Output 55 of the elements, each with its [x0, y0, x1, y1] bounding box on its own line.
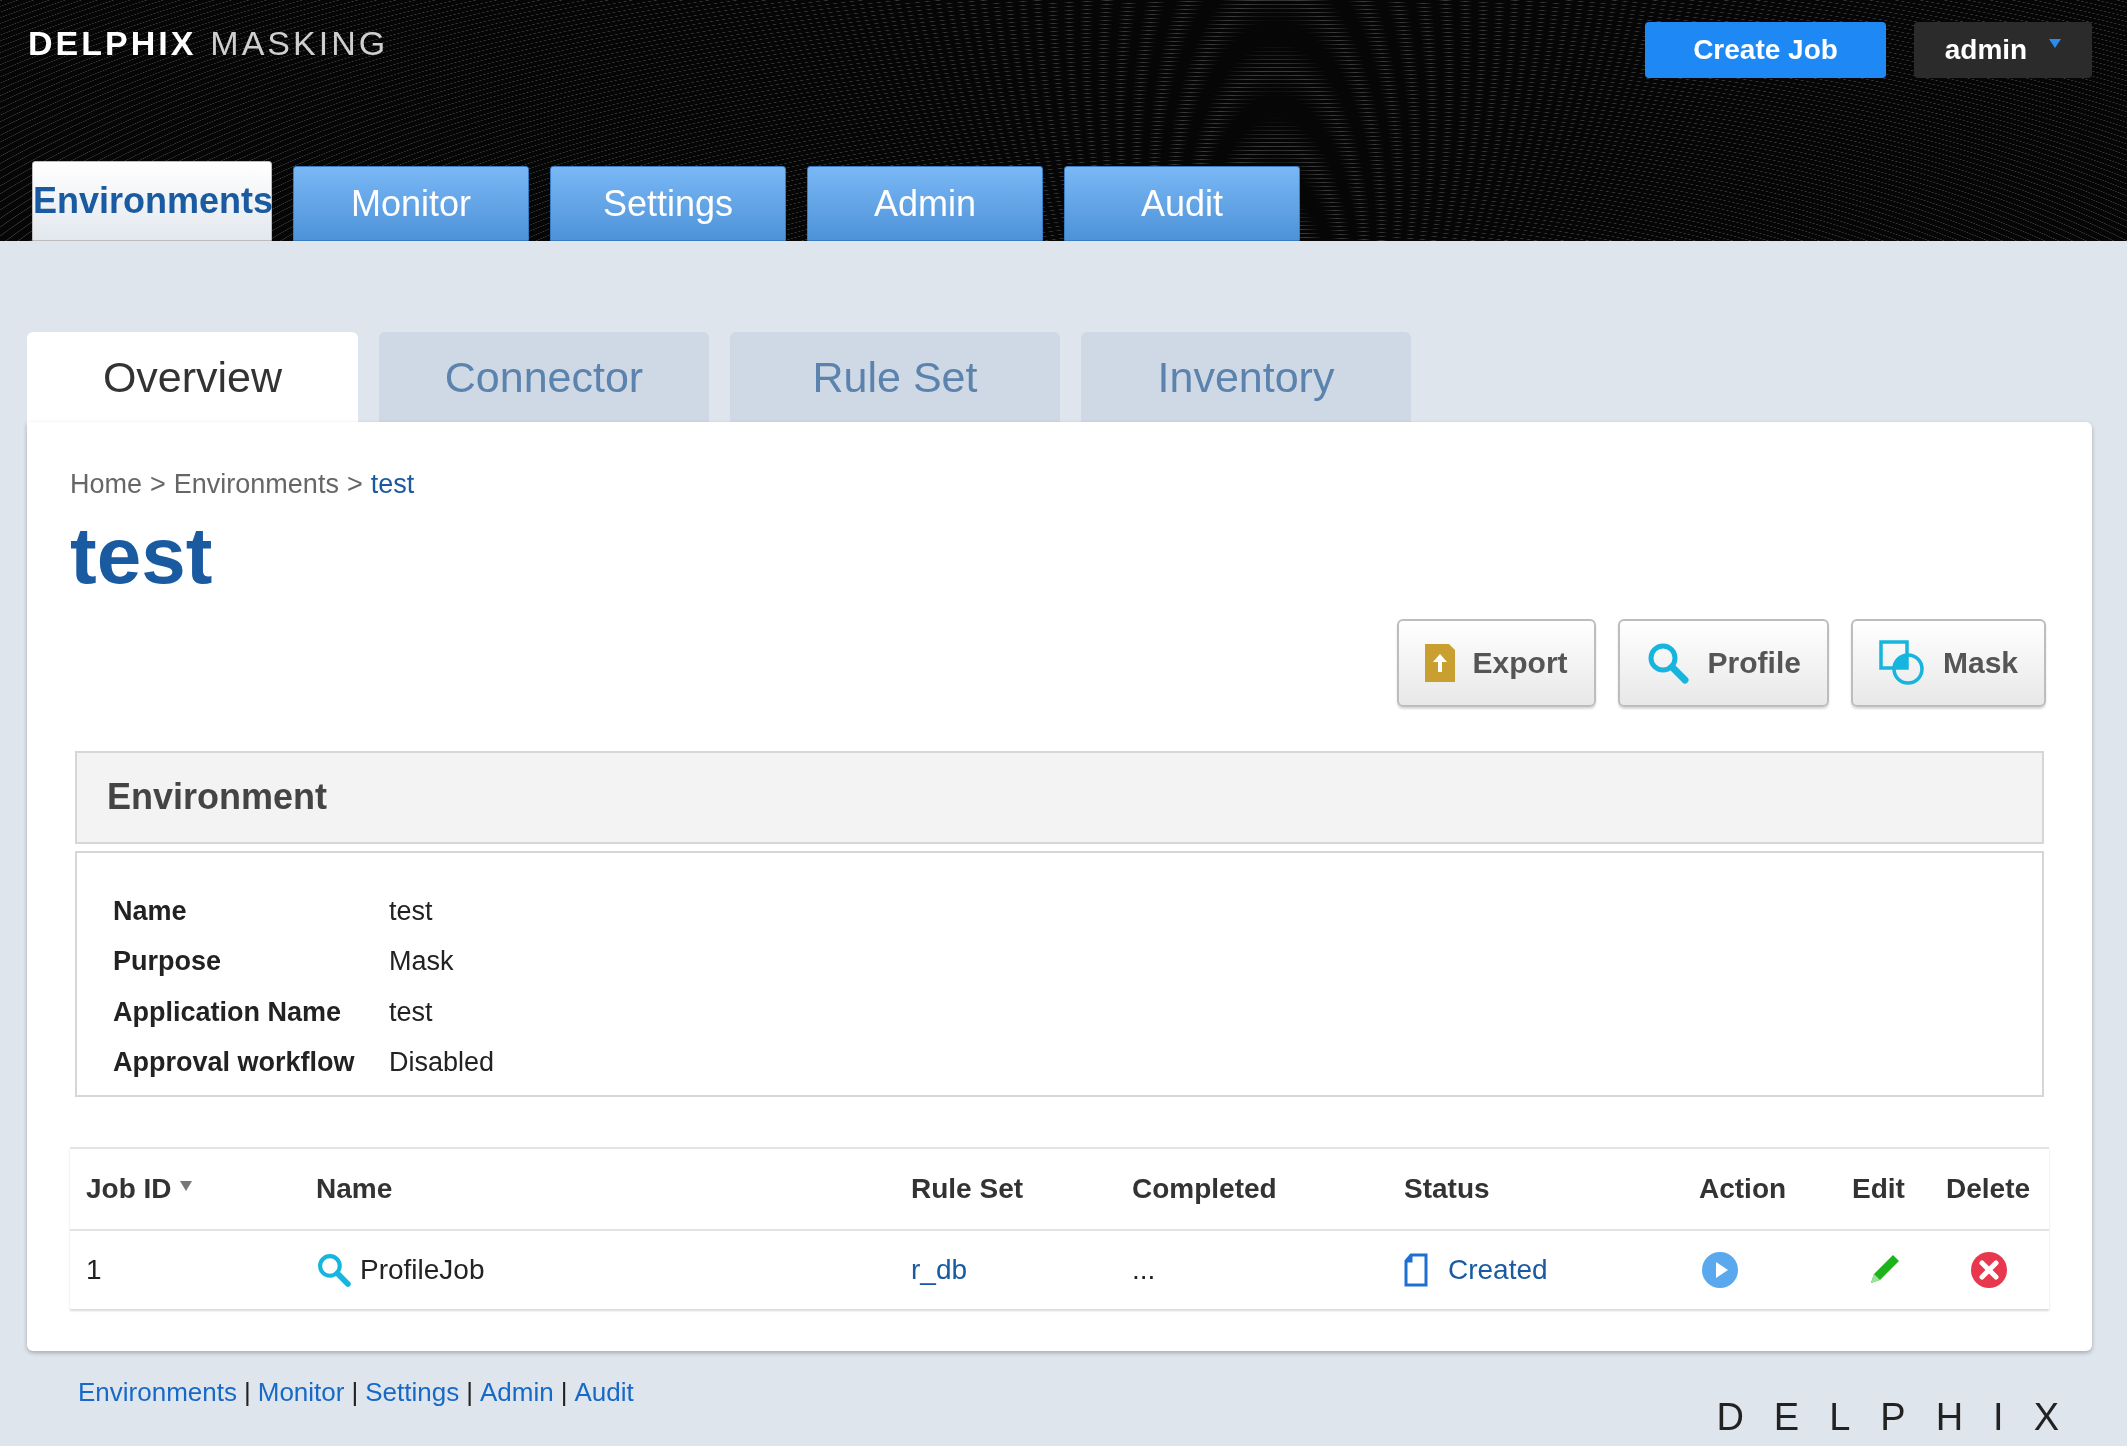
footer-separator: | [466, 1376, 473, 1409]
footer-separator: | [243, 1376, 251, 1409]
table-cell-text: 1 [86, 1252, 103, 1287]
document-icon [1404, 1252, 1428, 1287]
action-button[interactable]: Export [1396, 618, 1596, 707]
footer-link[interactable]: Environments [78, 1373, 237, 1412]
footer-link[interactable]: Admin [479, 1373, 554, 1412]
search-icon [316, 1251, 352, 1288]
footer-separator: | [351, 1376, 359, 1409]
action-button[interactable]: Profile [1617, 618, 1829, 707]
footer-link[interactable]: Audit [574, 1373, 634, 1412]
delete-icon[interactable] [1970, 1250, 2008, 1289]
user-menu[interactable]: admin [1914, 22, 2092, 78]
footer-logo: DELPHIX [1716, 1395, 2089, 1440]
breadcrumb-link[interactable]: Home [70, 464, 143, 505]
sort-icon [179, 1180, 192, 1191]
table-cell-text: ... [1132, 1252, 1157, 1287]
page-title: test [70, 510, 213, 601]
column-header[interactable]: Completed [1132, 1167, 1277, 1210]
rule-set-link[interactable]: r_db [911, 1248, 968, 1291]
breadcrumb-separator: > [346, 468, 363, 501]
footer-separator: | [560, 1376, 568, 1409]
field-label: Approval workflow [113, 1046, 356, 1079]
field-value: Disabled [389, 1046, 496, 1079]
field-label: Purpose [113, 945, 223, 978]
column-header[interactable]: Action [1699, 1167, 1787, 1210]
square-circle-icon [1878, 639, 1925, 686]
create-job-button[interactable]: Create Job [1645, 22, 1886, 78]
section-title: Environment [107, 775, 328, 819]
column-header[interactable]: Status [1404, 1167, 1490, 1210]
breadcrumb-link[interactable]: Environments [173, 464, 339, 505]
field-label: Name [113, 894, 188, 928]
field-label: Application Name [113, 995, 343, 1029]
status-link[interactable]: Created [1448, 1248, 1548, 1291]
breadcrumb-separator: > [150, 468, 166, 501]
breadcrumb-link[interactable]: test [370, 464, 415, 505]
upload-file-icon [1424, 643, 1455, 682]
column-header[interactable]: Job ID [86, 1167, 192, 1210]
product-name: MASKING [210, 23, 389, 64]
brand-name: DELPHIX [28, 23, 197, 64]
footer-link[interactable]: Settings [365, 1373, 460, 1412]
field-value: test [389, 995, 434, 1029]
play-button-icon[interactable] [1701, 1250, 1739, 1289]
sub-tab[interactable]: Overview [27, 332, 358, 422]
column-header[interactable]: Edit [1852, 1167, 1905, 1210]
column-header[interactable]: Rule Set [911, 1167, 1024, 1210]
column-header[interactable]: Name [316, 1167, 393, 1210]
main-tab[interactable]: Environments [32, 161, 272, 241]
action-button[interactable]: Mask [1850, 618, 2046, 707]
column-header[interactable]: Delete [1946, 1167, 2031, 1210]
job-name: ProfileJob [360, 1252, 485, 1287]
field-value: Mask [389, 945, 455, 978]
footer-link[interactable]: Monitor [257, 1373, 345, 1412]
caret-icon [2049, 38, 2062, 48]
field-value: test [389, 894, 434, 928]
